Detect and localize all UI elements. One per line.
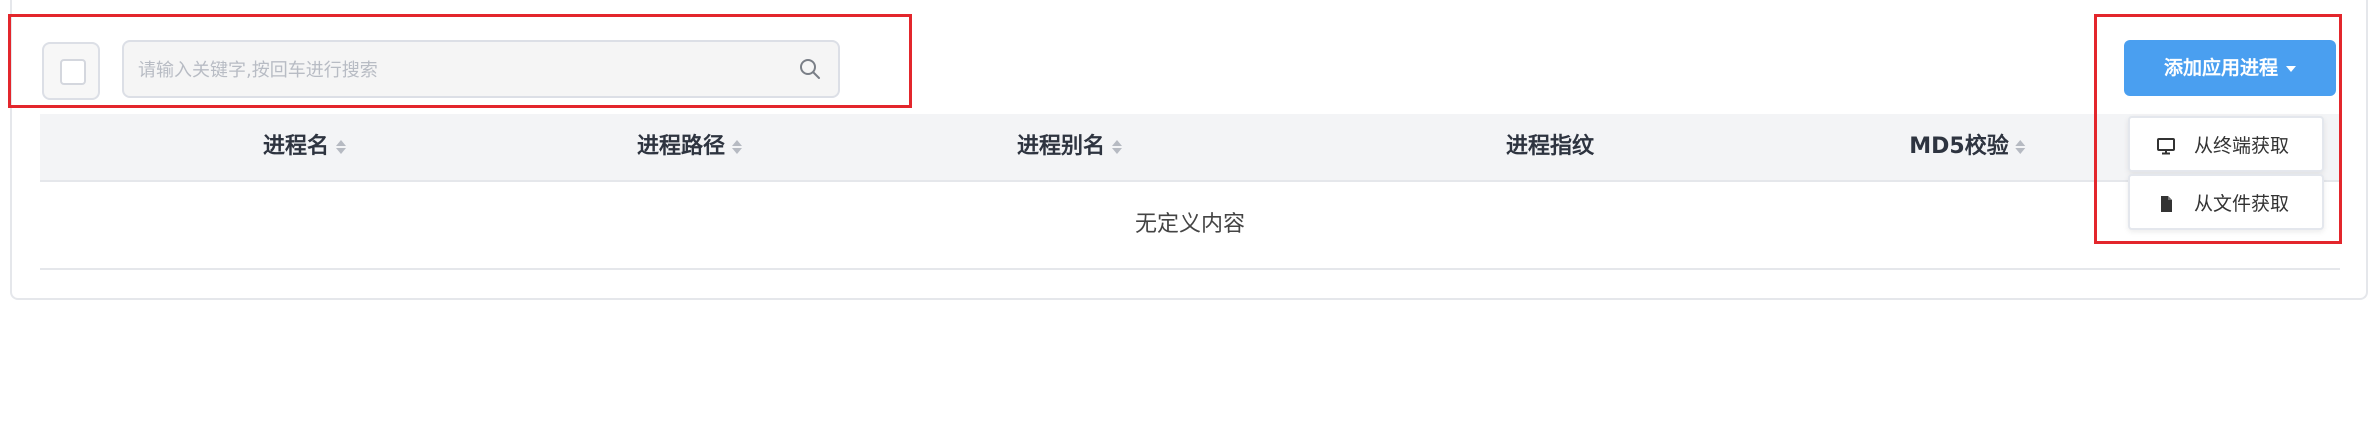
column-header-label: 进程别名 (1016, 134, 1106, 159)
column-header-label: 进程名 (262, 134, 330, 159)
menu-item-from-terminal[interactable]: 从终端获取 (2128, 116, 2324, 172)
menu-item-label: 从终端获取 (2194, 135, 2290, 157)
file-icon (2161, 196, 2172, 212)
column-header-process-alias[interactable]: 进程别名 (1017, 114, 1123, 180)
sort-icon[interactable] (335, 137, 347, 157)
sort-icon[interactable] (2015, 137, 2027, 157)
table-header: 进程名 进程路径 进程别名 进程指纹 MD5校验 (40, 114, 2340, 182)
monitor-icon (2157, 138, 2175, 155)
column-header-label: 进程指纹 (1505, 134, 1595, 159)
checkbox-box (60, 59, 86, 85)
search-box (122, 40, 840, 98)
column-header-process-path[interactable]: 进程路径 (637, 114, 743, 180)
caret-down-icon (2286, 65, 2296, 72)
menu-item-label: 从文件获取 (2194, 193, 2290, 215)
empty-state-text: 无定义内容 (40, 182, 2340, 270)
column-header-md5-check[interactable]: MD5校验 (1909, 114, 2026, 180)
sort-icon[interactable] (1111, 137, 1123, 157)
sort-icon[interactable] (731, 137, 743, 157)
search-icon[interactable] (798, 57, 822, 81)
add-process-button-label: 添加应用进程 (2163, 57, 2278, 79)
select-all-checkbox[interactable] (42, 42, 100, 100)
column-header-process-name[interactable]: 进程名 (263, 114, 347, 180)
column-header-label: MD5校验 (1909, 134, 2009, 159)
add-process-button[interactable]: 添加应用进程 (2124, 40, 2336, 96)
column-header-label: 进程路径 (636, 134, 726, 159)
search-input[interactable] (136, 42, 780, 98)
menu-item-from-file[interactable]: 从文件获取 (2128, 174, 2324, 230)
column-header-process-fingerprint: 进程指纹 (1506, 114, 1594, 180)
